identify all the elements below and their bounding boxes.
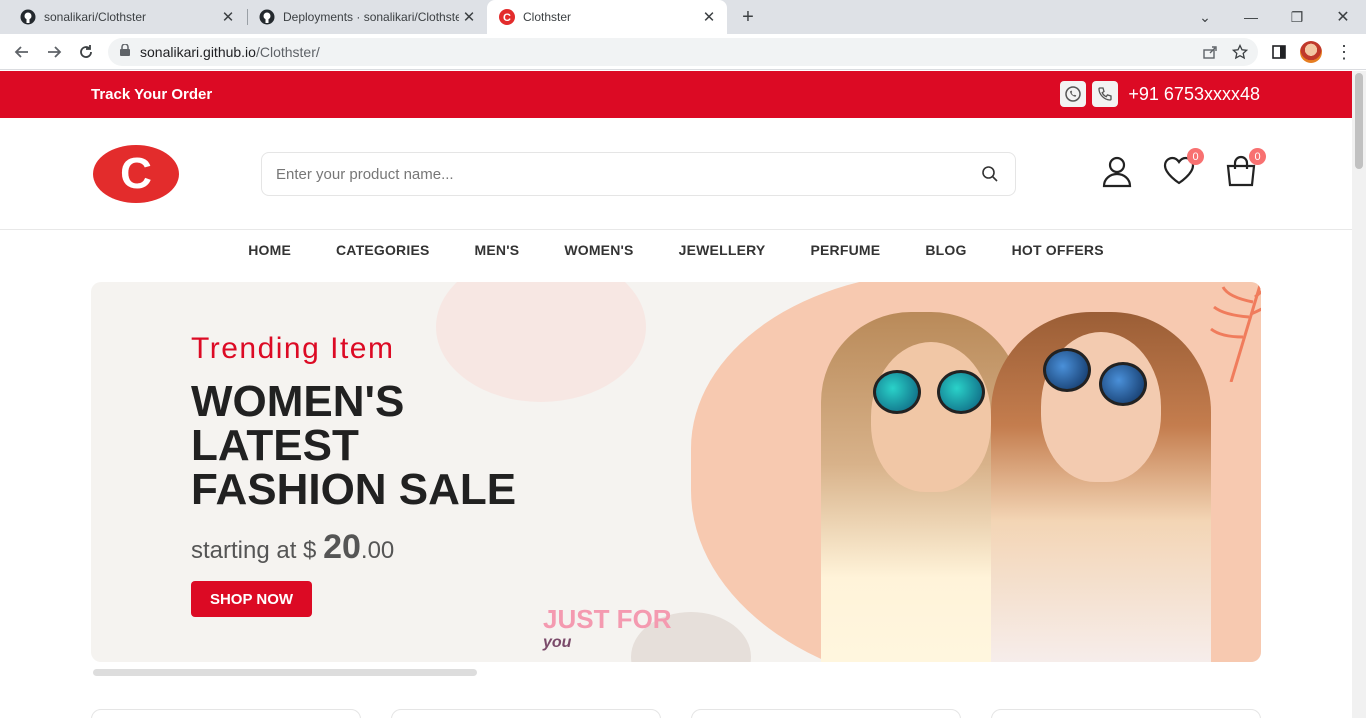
nav-item-mens[interactable]: MEN'S: [475, 242, 520, 270]
nav-item-categories[interactable]: CATEGORIES: [336, 242, 430, 270]
sunglasses-lens: [873, 370, 921, 414]
svg-text:C: C: [503, 12, 511, 24]
tab-deployments[interactable]: Deployments · sonalikari/Clothster ✕: [239, 0, 487, 34]
tab-title: Deployments · sonalikari/Clothster: [283, 10, 459, 24]
tab-clothster[interactable]: C Clothster ✕: [487, 0, 727, 34]
scrollbar-thumb[interactable]: [1355, 73, 1363, 169]
new-tab-icon[interactable]: +: [738, 6, 758, 29]
search-icon[interactable]: [981, 165, 999, 183]
share-icon[interactable]: [1202, 44, 1218, 65]
bookmark-star-icon[interactable]: [1231, 43, 1249, 65]
address-bar: sonalikari.github.io/Clothster/: [0, 34, 1366, 70]
phone-icon[interactable]: [1092, 81, 1119, 107]
tab-github-repo[interactable]: sonalikari/Clothster ✕: [0, 0, 246, 34]
clothster-favicon: C: [499, 9, 515, 25]
url-field[interactable]: sonalikari.github.io/Clothster/: [108, 38, 1258, 66]
close-window-icon[interactable]: ✕: [1320, 0, 1366, 34]
top-strip: Track Your Order +91 6753xxxx48: [0, 71, 1352, 118]
site-header: C 0 0: [0, 118, 1352, 230]
lock-icon: [120, 43, 130, 61]
hero-banner: Trending Item WOMEN'S LATEST FASHION SAL…: [91, 282, 1261, 662]
banner-price: starting at $ 20.00: [191, 528, 394, 567]
close-tab-icon[interactable]: ✕: [459, 8, 479, 26]
main-nav: HOME CATEGORIES MEN'S WOMEN'S JEWELLERY …: [0, 242, 1352, 270]
github-icon: [259, 9, 275, 25]
banner-headline: WOMEN'S LATEST FASHION SALE: [191, 380, 516, 512]
slider-scrollbar[interactable]: [93, 669, 477, 676]
category-card[interactable]: [91, 709, 361, 718]
tag-text: JUST FOR: [543, 604, 672, 634]
just-for-you-tag: JUST FOR you: [543, 604, 672, 655]
cart-count-badge: 0: [1249, 148, 1266, 165]
nav-item-blog[interactable]: BLOG: [925, 242, 966, 270]
price-prefix: starting at $: [191, 537, 324, 564]
nav-item-perfume[interactable]: PERFUME: [810, 242, 880, 270]
tag-text-script: you: [543, 634, 572, 651]
sunglasses-lens: [1099, 362, 1147, 406]
headline-line: FASHION SALE: [191, 465, 517, 514]
minimize-icon[interactable]: —: [1228, 0, 1274, 34]
url-host: sonalikari.github.io: [140, 44, 256, 60]
nav-item-home[interactable]: HOME: [248, 242, 291, 270]
header-actions: 0 0: [1100, 148, 1266, 188]
side-panel-icon[interactable]: [1267, 40, 1291, 64]
tab-title: sonalikari/Clothster: [44, 10, 147, 24]
category-card[interactable]: [691, 709, 961, 718]
phone-number: +91 6753xxxx48: [1128, 83, 1260, 104]
account-icon[interactable]: [1100, 154, 1134, 188]
reload-icon[interactable]: [74, 40, 98, 64]
page-scrollbar[interactable]: [1352, 71, 1366, 718]
price-whole: 20: [323, 528, 361, 566]
track-order-link[interactable]: Track Your Order: [91, 86, 212, 103]
logo-letter: C: [120, 149, 152, 198]
sunglasses-lens: [1043, 348, 1091, 392]
back-icon[interactable]: [10, 40, 34, 64]
headline-line: WOMEN'S: [191, 377, 405, 426]
nav-item-hot-offers[interactable]: HOT OFFERS: [1012, 242, 1104, 270]
category-card[interactable]: [391, 709, 661, 718]
nav-item-jewellery[interactable]: JEWELLERY: [679, 242, 766, 270]
restore-icon[interactable]: ❐: [1274, 0, 1320, 34]
cart-icon[interactable]: 0: [1224, 148, 1266, 188]
close-tab-icon[interactable]: ✕: [218, 8, 238, 26]
category-card[interactable]: [991, 709, 1261, 718]
wishlist-icon[interactable]: 0: [1162, 148, 1204, 188]
banner-subtitle: Trending Item: [191, 332, 395, 365]
url-path: /Clothster/: [255, 44, 320, 60]
sunglasses-lens: [937, 370, 985, 414]
page: Track Your Order +91 6753xxxx48 C 0 0 HO…: [0, 71, 1352, 718]
model-face-left: [871, 342, 991, 492]
wishlist-count-badge: 0: [1187, 148, 1204, 165]
close-tab-icon[interactable]: ✕: [699, 8, 719, 26]
forward-icon[interactable]: [42, 40, 66, 64]
price-cents: .00: [360, 537, 395, 564]
tab-title: Clothster: [523, 10, 572, 24]
search-box: [261, 152, 1016, 196]
whatsapp-icon[interactable]: [1060, 81, 1087, 107]
headline-line: LATEST: [191, 421, 359, 470]
site-logo[interactable]: C: [93, 145, 179, 203]
github-icon: [20, 9, 36, 25]
leaf-decoration: [1210, 282, 1261, 382]
tab-search-icon[interactable]: ⌄: [1182, 0, 1228, 34]
browser-tabbar: sonalikari/Clothster ✕ Deployments · son…: [0, 0, 1366, 34]
shop-now-button[interactable]: SHOP NOW: [191, 581, 312, 617]
profile-avatar[interactable]: [1299, 40, 1323, 64]
contact-group: +91 6753xxxx48: [1060, 81, 1260, 107]
chrome-menu-icon[interactable]: ⋮: [1332, 40, 1356, 64]
nav-item-womens[interactable]: WOMEN'S: [564, 242, 633, 270]
search-input[interactable]: [276, 165, 981, 183]
